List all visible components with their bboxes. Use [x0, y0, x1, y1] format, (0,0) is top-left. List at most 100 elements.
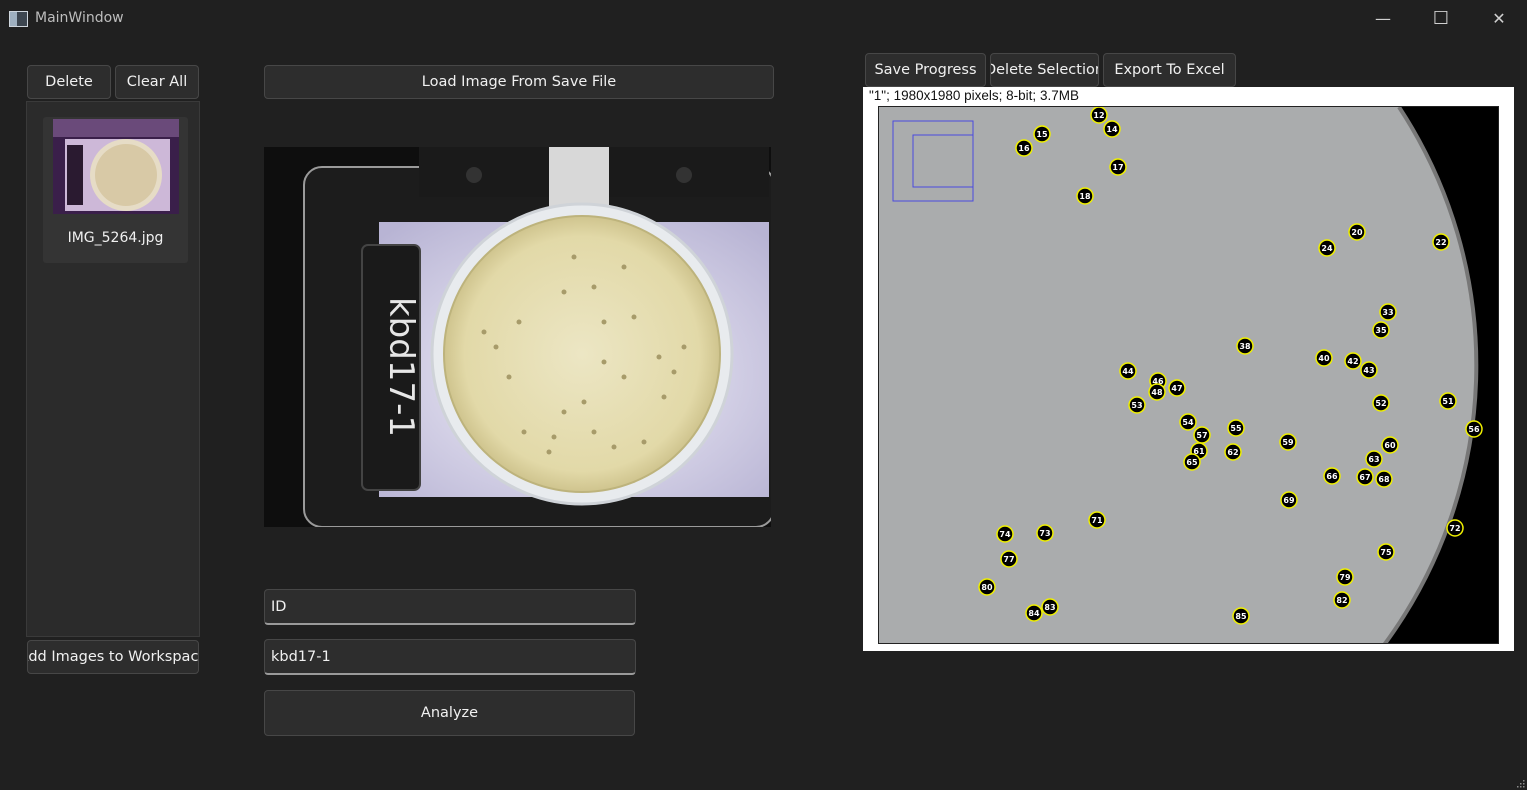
colony-marker[interactable]: 62	[1224, 443, 1242, 461]
colony-marker[interactable]: 68	[1375, 470, 1393, 488]
colony-marker-label: 73	[1039, 529, 1050, 538]
colony-marker-label: 84	[1028, 609, 1040, 618]
maximize-icon[interactable]: ☐	[1412, 0, 1470, 37]
delete-selection-button[interactable]: Delete Selection	[990, 53, 1099, 87]
colony-marker[interactable]: 51	[1439, 392, 1457, 410]
colony-marker-label: 47	[1171, 384, 1182, 393]
colony-marker[interactable]: 73	[1036, 524, 1054, 542]
colony-marker-label: 43	[1363, 366, 1374, 375]
colony-marker[interactable]: 74	[996, 525, 1014, 543]
colony-marker-label: 22	[1435, 238, 1446, 247]
colony-marker[interactable]: 59	[1279, 433, 1297, 451]
colony-marker[interactable]: 15	[1033, 125, 1051, 143]
colony-marker[interactable]: 63	[1365, 450, 1383, 468]
colony-marker[interactable]: 69	[1280, 491, 1298, 509]
colony-marker[interactable]: 53	[1128, 396, 1146, 414]
colony-marker[interactable]: 83	[1041, 598, 1059, 616]
image-viewer[interactable]: "1"; 1980x1980 pixels; 8-bit; 3.7MB 12 14…	[863, 87, 1514, 651]
colony-marker[interactable]: 42	[1344, 352, 1362, 370]
colony-marker-label: 68	[1378, 475, 1390, 484]
colony-marker-label: 71	[1091, 516, 1103, 525]
colony-marker-label: 63	[1368, 455, 1379, 464]
colony-marker-label: 85	[1235, 612, 1247, 621]
colony-marker[interactable]: 24	[1318, 239, 1336, 257]
colony-marker[interactable]: 38	[1236, 337, 1254, 355]
colony-marker[interactable]: 20	[1348, 223, 1366, 241]
id-field[interactable]: ID	[264, 589, 636, 625]
list-item[interactable]: IMG_5264.jpg	[43, 117, 188, 263]
colony-marker[interactable]: 82	[1333, 591, 1351, 609]
image-thumbnail	[53, 119, 179, 214]
colony-marker[interactable]: 66	[1323, 467, 1341, 485]
colony-marker[interactable]: 40	[1315, 349, 1333, 367]
colony-marker[interactable]: 84	[1025, 604, 1043, 622]
app-icon	[9, 11, 28, 27]
load-save-file-button[interactable]: Load Image From Save File	[264, 65, 774, 99]
colony-marker[interactable]: 56	[1465, 420, 1483, 438]
colony-marker-label: 24	[1321, 244, 1333, 253]
colony-marker[interactable]: 72	[1446, 519, 1464, 537]
colony-marker[interactable]: 14	[1103, 120, 1121, 138]
colony-marker-label: 44	[1122, 367, 1134, 376]
export-excel-button[interactable]: Export To Excel	[1103, 53, 1236, 87]
colony-marker[interactable]: 52	[1372, 394, 1390, 412]
colony-marker[interactable]: 65	[1183, 453, 1201, 471]
window-title: MainWindow	[35, 10, 124, 26]
colony-marker[interactable]: 48	[1148, 383, 1166, 401]
colony-marker-label: 35	[1375, 326, 1387, 335]
colony-marker-label: 83	[1044, 603, 1055, 612]
colony-marker-label: 12	[1093, 111, 1104, 120]
colony-marker-label: 18	[1079, 192, 1091, 201]
colony-marker[interactable]: 54	[1179, 413, 1197, 431]
colony-marker[interactable]: 12	[1090, 107, 1108, 124]
analysis-image[interactable]: 12 14 15 16 17 18 20 22 24 33 35 38 40 42 43 44 46 47 48 51…	[878, 106, 1499, 644]
colony-marker-label: 75	[1380, 548, 1392, 557]
save-progress-button[interactable]: Save Progress	[865, 53, 986, 87]
delete-button[interactable]: Delete	[27, 65, 111, 99]
resize-grip-icon[interactable]	[1515, 778, 1525, 788]
add-images-button[interactable]: Add Images to Workspace	[27, 640, 199, 674]
clear-all-button[interactable]: Clear All	[115, 65, 199, 99]
colony-marker-label: 33	[1382, 308, 1393, 317]
image-list: IMG_5264.jpg	[26, 101, 200, 637]
colony-marker[interactable]: 16	[1015, 139, 1033, 157]
colony-marker-label: 16	[1018, 144, 1030, 153]
colony-marker[interactable]: 18	[1076, 187, 1094, 205]
colony-marker-label: 53	[1131, 401, 1142, 410]
colony-marker-label: 82	[1336, 596, 1347, 605]
colony-marker[interactable]: 35	[1372, 321, 1390, 339]
colony-marker-label: 14	[1106, 125, 1118, 134]
colony-marker-label: 48	[1151, 388, 1163, 397]
analyze-button[interactable]: Analyze	[264, 690, 635, 736]
colony-marker[interactable]: 43	[1360, 361, 1378, 379]
colony-marker[interactable]: 47	[1168, 379, 1186, 397]
colony-marker[interactable]: 77	[1000, 550, 1018, 568]
colony-marker-label: 20	[1351, 228, 1363, 237]
colony-marker[interactable]: 79	[1336, 568, 1354, 586]
colony-marker[interactable]: 22	[1432, 233, 1450, 251]
colony-marker-label: 59	[1282, 438, 1294, 447]
sample-name-field[interactable]: kbd17-1	[264, 639, 636, 675]
colony-marker[interactable]: 85	[1232, 607, 1250, 625]
close-icon[interactable]: ✕	[1470, 0, 1527, 37]
colony-marker-label: 74	[999, 530, 1011, 539]
colony-marker-label: 62	[1227, 448, 1238, 457]
colony-marker[interactable]: 55	[1227, 419, 1245, 437]
colony-marker-label: 55	[1230, 424, 1242, 433]
colony-marker[interactable]: 71	[1088, 511, 1106, 529]
colony-marker[interactable]: 33	[1379, 303, 1397, 321]
colony-marker[interactable]: 75	[1377, 543, 1395, 561]
colony-marker-label: 56	[1468, 425, 1480, 434]
colony-marker[interactable]: 60	[1381, 436, 1399, 454]
colony-marker[interactable]: 67	[1356, 468, 1374, 486]
colony-marker-label: 17	[1112, 163, 1123, 172]
colony-marker-label: 51	[1442, 397, 1454, 406]
image-info: "1"; 1980x1980 pixels; 8-bit; 3.7MB	[869, 88, 1079, 103]
colony-marker[interactable]: 17	[1109, 158, 1127, 176]
minimize-icon[interactable]: —	[1354, 0, 1412, 37]
colony-marker-label: 80	[981, 583, 993, 592]
colony-marker[interactable]: 57	[1193, 426, 1211, 444]
colony-marker[interactable]: 44	[1119, 362, 1137, 380]
colony-marker[interactable]: 80	[978, 578, 996, 596]
colony-marker-label: 79	[1339, 573, 1351, 582]
